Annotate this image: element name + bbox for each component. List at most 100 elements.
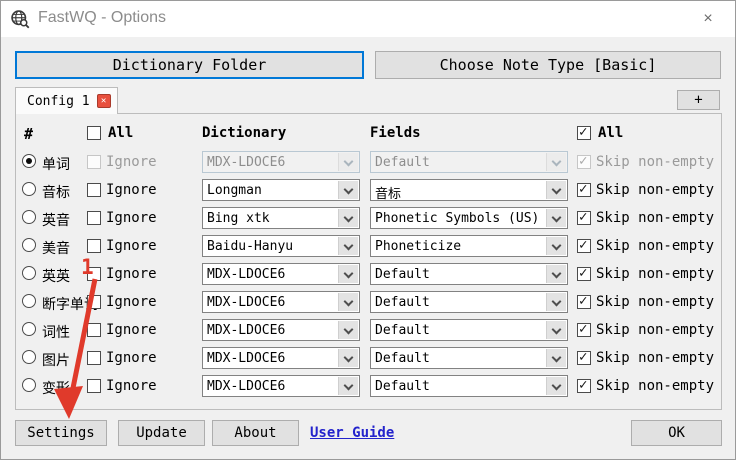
dictionary-select[interactable]: MDX-LDOCE6 [202, 151, 360, 173]
row-label: 词性 [42, 325, 70, 341]
settings-button[interactable]: Settings [15, 420, 107, 446]
chevron-down-icon [546, 321, 566, 339]
fields-select[interactable]: Default [370, 375, 568, 397]
ignore-checkbox[interactable] [87, 323, 101, 337]
skip-checkbox[interactable] [577, 377, 591, 393]
row-label: 音标 [42, 185, 70, 201]
fields-select[interactable]: Default [370, 263, 568, 285]
ignore-label: Ignore [106, 154, 157, 170]
chevron-down-icon [338, 181, 358, 199]
chevron-down-icon [338, 377, 358, 395]
skip-label: Skip non-empty [596, 294, 715, 310]
ignore-checkbox[interactable] [87, 351, 101, 365]
skip-checkbox[interactable] [577, 181, 591, 197]
skip-checkbox[interactable] [577, 153, 591, 169]
skip-checkbox[interactable] [577, 321, 591, 337]
ok-button[interactable]: OK [631, 420, 722, 446]
skip-checkbox[interactable] [577, 349, 591, 365]
dictionary-select[interactable]: MDX-LDOCE6 [202, 347, 360, 369]
update-button[interactable]: Update [118, 420, 205, 446]
ignore-label: Ignore [106, 238, 157, 254]
row-label: 英英 [42, 269, 70, 285]
all-ignore-checkbox[interactable] [87, 126, 101, 140]
ignore-checkbox[interactable] [87, 155, 101, 169]
close-window-button[interactable]: × [693, 7, 723, 31]
column-hash: # [24, 125, 34, 143]
ignore-checkbox[interactable] [87, 239, 101, 253]
dictionary-select[interactable]: MDX-LDOCE6 [202, 319, 360, 341]
row-label: 英音 [42, 213, 70, 229]
fields-select[interactable]: Default [370, 291, 568, 313]
row-radio[interactable] [22, 238, 36, 252]
dictionary-select[interactable]: Bing xtk [202, 207, 360, 229]
chevron-down-icon [338, 321, 358, 339]
row-radio[interactable] [22, 266, 36, 280]
field-value: Default [375, 351, 430, 366]
fields-select[interactable]: Default [370, 151, 568, 173]
row-radio[interactable] [22, 294, 36, 308]
fields-select[interactable]: Default [370, 319, 568, 341]
about-button[interactable]: About [212, 420, 299, 446]
dictionary-value: Longman [207, 183, 262, 198]
row-radio[interactable] [22, 210, 36, 224]
ignore-label: Ignore [106, 322, 157, 338]
skip-checkbox[interactable] [577, 209, 591, 225]
dictionary-value: Baidu-Hanyu [207, 239, 294, 254]
fields-select[interactable]: Default [370, 347, 568, 369]
ignore-checkbox[interactable] [87, 295, 101, 309]
chevron-down-icon [546, 377, 566, 395]
fields-select[interactable]: Phonetic Symbols (US) [370, 207, 568, 229]
table-row-phonetic: 音标 Ignore Longman 音标 Skip non-empty [16, 178, 721, 204]
skip-label: Skip non-empty [596, 182, 715, 198]
all-right-label: All [598, 125, 624, 141]
dictionary-value: Bing xtk [207, 211, 270, 226]
ignore-checkbox[interactable] [87, 379, 101, 393]
skip-checkbox[interactable] [577, 265, 591, 281]
fields-select[interactable]: 音标 [370, 179, 568, 202]
row-radio[interactable] [22, 322, 36, 336]
chevron-down-icon [338, 209, 358, 227]
choose-note-type-button[interactable]: Choose Note Type [Basic] [375, 51, 721, 79]
column-fields: Fields [370, 125, 421, 141]
chevron-down-icon [546, 181, 566, 199]
row-radio[interactable] [22, 378, 36, 392]
config-table: # All Dictionary Fields All 单词 Ignore MD… [15, 113, 722, 410]
tab-close-icon[interactable]: ✕ [96, 94, 111, 108]
options-dialog: { "window": { "title": "FastWQ - Options… [0, 0, 736, 460]
field-value: Default [375, 155, 430, 170]
fastwq-globe-search-icon [11, 10, 30, 29]
dictionary-select[interactable]: MDX-LDOCE6 [202, 375, 360, 397]
chevron-down-icon [546, 237, 566, 255]
all-skip-checkbox[interactable] [577, 124, 591, 140]
skip-checkbox[interactable] [577, 237, 591, 253]
skip-label: Skip non-empty [596, 322, 715, 338]
tab-label: Config 1 [27, 93, 90, 109]
dictionary-select[interactable]: MDX-LDOCE6 [202, 291, 360, 313]
dictionary-folder-button[interactable]: Dictionary Folder [15, 51, 364, 79]
add-config-tab-button[interactable]: + [677, 90, 720, 110]
ignore-checkbox[interactable] [87, 183, 101, 197]
row-radio[interactable] [22, 182, 36, 196]
chevron-down-icon [338, 265, 358, 283]
user-guide-link[interactable]: User Guide [310, 425, 394, 441]
fields-select[interactable]: Phoneticize [370, 235, 568, 257]
ignore-label: Ignore [106, 378, 157, 394]
tab-config-1[interactable]: Config 1 ✕ [15, 87, 118, 114]
dictionary-value: MDX-LDOCE6 [207, 379, 286, 394]
ignore-checkbox[interactable] [87, 211, 101, 225]
skip-label: Skip non-empty [596, 378, 715, 394]
row-radio[interactable] [22, 154, 36, 168]
chevron-down-icon [338, 237, 358, 255]
all-left-label: All [108, 125, 134, 141]
dictionary-select[interactable]: Baidu-Hanyu [202, 235, 360, 257]
table-row-image: 图片 Ignore MDX-LDOCE6 Default Skip non-em… [16, 346, 721, 372]
table-row-uk-audio: 英音 Ignore Bing xtk Phonetic Symbols (US)… [16, 206, 721, 232]
table-row-us-audio: 美音 Ignore Baidu-Hanyu Phoneticize Skip n… [16, 234, 721, 260]
ignore-label: Ignore [106, 294, 157, 310]
dictionary-select[interactable]: Longman [202, 179, 360, 201]
row-radio[interactable] [22, 350, 36, 364]
chevron-down-icon [338, 153, 358, 171]
dictionary-select[interactable]: MDX-LDOCE6 [202, 263, 360, 285]
skip-checkbox[interactable] [577, 293, 591, 309]
row-label: 美音 [42, 241, 70, 257]
